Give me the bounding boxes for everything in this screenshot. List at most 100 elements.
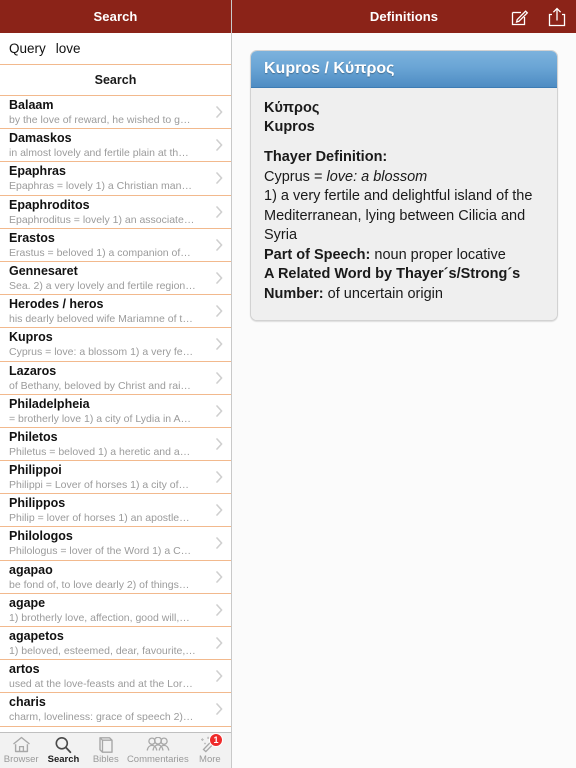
result-subtitle: Philetus = beloved 1) a heretic and a… xyxy=(9,445,191,458)
result-row[interactable]: Epaphroditos Epaphroditus = lovely 1) an … xyxy=(0,196,231,229)
result-row[interactable]: Philippoi Philippi = Lover of horses 1) a… xyxy=(0,461,231,495)
result-title: agape xyxy=(9,595,46,610)
result-title: Philetos xyxy=(9,429,58,444)
search-navbar: Search xyxy=(0,0,231,33)
result-title: Epaphroditos xyxy=(9,197,90,212)
tab-label: More xyxy=(199,754,221,765)
result-row[interactable]: Philadelpheia = brotherly love 1) a city … xyxy=(0,395,231,428)
chevron-right-icon xyxy=(216,205,223,218)
query-row[interactable]: Query love xyxy=(0,33,231,65)
transliteration: Kupros xyxy=(264,119,315,135)
result-title: Gennesaret xyxy=(9,263,78,278)
result-row[interactable]: Philippos Philip = lover of horses 1) an … xyxy=(0,494,231,528)
compose-icon[interactable] xyxy=(510,6,529,27)
chevron-right-icon xyxy=(216,404,223,417)
chevron-right-icon xyxy=(216,670,223,682)
search-button[interactable]: Search xyxy=(0,65,231,96)
definition-card-body: Κύπρος Kupros Thayer Definition: Cyprus … xyxy=(251,88,557,320)
result-title: Philippoi xyxy=(9,463,62,478)
result-subtitle: = brotherly love 1) a city of Lydia in A… xyxy=(9,412,191,425)
result-subtitle: Philologus = lover of the Word 1) a C… xyxy=(9,545,192,558)
search-results-scroll[interactable]: Query love Search Balaam by the love of r… xyxy=(0,33,231,732)
tab-label: Browser xyxy=(3,754,39,765)
chevron-right-icon xyxy=(216,471,223,483)
part-of-speech-value: noun proper locative xyxy=(370,246,506,263)
result-row[interactable]: Philetos Philetus = beloved 1) a heretic … xyxy=(0,428,231,462)
part-of-speech-label: Part of Speech: xyxy=(264,246,371,263)
gloss-prefix: Cyprus = xyxy=(264,168,327,185)
result-title: Philologos xyxy=(9,529,73,544)
result-subtitle: in almost lovely and fertile plain at th… xyxy=(9,147,189,160)
result-row[interactable]: Balaam by the love of reward, he wished t… xyxy=(0,96,231,130)
definition-scroll[interactable]: Kupros / Κύπρος Κύπρος Kupros Thayer Def… xyxy=(232,33,576,768)
chevron-right-icon xyxy=(216,172,223,185)
result-subtitle: used at the love-feasts and at the Lor… xyxy=(9,678,193,691)
chevron-right-icon xyxy=(216,238,223,251)
gloss-italic: love: a blossom xyxy=(326,168,428,185)
result-row[interactable]: agape 1) brotherly love, affection, good … xyxy=(0,594,231,627)
result-title: Epaphras xyxy=(9,164,66,179)
definitions-navbar-title: Definitions xyxy=(369,9,439,24)
result-row[interactable]: artos used at the love-feasts and at the … xyxy=(0,660,231,694)
chevron-right-icon xyxy=(216,305,223,317)
result-subtitle: 1) brotherly love, affection, good will,… xyxy=(9,611,190,624)
result-subtitle: his dearly beloved wife Mariamne of t… xyxy=(9,313,193,326)
chevron-right-icon xyxy=(216,703,223,716)
definitions-panel: Definitions Kupros / Κύπρος Κύπρος Kupro… xyxy=(232,0,576,768)
chevron-right-icon xyxy=(216,338,223,351)
result-subtitle: Epaphroditus = lovely 1) an associate… xyxy=(9,213,195,226)
home-icon xyxy=(12,735,31,754)
chevron-right-icon xyxy=(216,272,223,284)
query-input[interactable]: love xyxy=(56,41,81,56)
tab-more[interactable]: More 1 xyxy=(189,733,231,768)
tab-badge: 1 xyxy=(209,733,224,747)
result-subtitle: Erastus = beloved 1) a companion of… xyxy=(9,246,191,259)
result-title: Balaam xyxy=(9,98,54,112)
tab-label: Commentaries xyxy=(126,754,189,765)
query-label: Query xyxy=(9,41,46,56)
result-row[interactable]: Gennesaret Sea. 2) a very lovely and fert… xyxy=(0,262,231,296)
search-panel: Search Query love Search Balaam by the lo… xyxy=(0,0,232,768)
result-row[interactable]: Damaskos in almost lovely and fertile pla… xyxy=(0,129,231,163)
lemma-block: Κύπρος Kupros xyxy=(264,99,544,137)
result-title: Philadelpheia xyxy=(9,396,90,411)
result-row[interactable]: Epaphras Epaphras = lovely 1) a Christian… xyxy=(0,162,231,196)
tab-search[interactable]: Search xyxy=(42,733,84,768)
result-subtitle: charm, loveliness: grace of speech 2)… xyxy=(9,711,194,724)
chevron-right-icon xyxy=(216,139,223,151)
tab-browser[interactable]: Browser xyxy=(0,733,42,768)
result-subtitle: Philippi = Lover of horses 1) a city of… xyxy=(9,479,190,492)
result-row[interactable]: agapetos 1) beloved, esteemed, dear, favo… xyxy=(0,627,231,661)
chevron-right-icon xyxy=(216,106,223,118)
tab-commentaries[interactable]: Commentaries xyxy=(127,733,189,768)
share-icon[interactable] xyxy=(547,6,566,27)
result-row[interactable]: Herodes / heros his dearly beloved wife M… xyxy=(0,295,231,329)
result-subtitle: of Bethany, beloved by Christ and rai… xyxy=(9,379,191,392)
definition-card: Kupros / Κύπρος Κύπρος Kupros Thayer Def… xyxy=(250,50,558,321)
result-row[interactable]: agapao be fond of, to love dearly 2) of t… xyxy=(0,561,231,594)
search-results-list: Balaam by the love of reward, he wished t… xyxy=(0,96,231,727)
result-subtitle: Epaphras = lovely 1) a Christian man… xyxy=(9,180,192,193)
tab-bar: Browser Search Bibles Commentaries More 1 xyxy=(0,732,231,768)
result-row[interactable]: charis charm, loveliness: grace of speech… xyxy=(0,693,231,727)
result-title: Kupros xyxy=(9,330,53,345)
result-subtitle: 1) beloved, esteemed, dear, favourite,… xyxy=(9,645,196,657)
sense-1: 1) a very fertile and delightful island … xyxy=(264,188,533,243)
definitions-navbar-actions xyxy=(510,0,566,33)
result-title: Erastos xyxy=(9,230,55,245)
result-row[interactable]: Kupros Cyprus = love: a blossom 1) a very… xyxy=(0,328,231,362)
result-row[interactable]: Philologos Philologus = lover of the Word… xyxy=(0,527,231,561)
thayer-definition-label: Thayer Definition: xyxy=(264,149,388,165)
chevron-right-icon xyxy=(216,570,223,583)
chevron-right-icon xyxy=(216,537,223,550)
tab-bibles[interactable]: Bibles xyxy=(85,733,127,768)
result-title: artos xyxy=(9,662,40,677)
search-navbar-title: Search xyxy=(93,9,138,24)
result-row[interactable]: Erastos Erastus = beloved 1) a companion … xyxy=(0,229,231,262)
chevron-right-icon xyxy=(216,637,223,649)
result-row[interactable]: Lazaros of Bethany, beloved by Christ and… xyxy=(0,362,231,395)
result-subtitle: be fond of, to love dearly 2) of things… xyxy=(9,578,190,591)
tab-label: Bibles xyxy=(92,754,119,765)
chevron-right-icon xyxy=(216,371,223,384)
result-title: agapetos xyxy=(9,629,64,643)
